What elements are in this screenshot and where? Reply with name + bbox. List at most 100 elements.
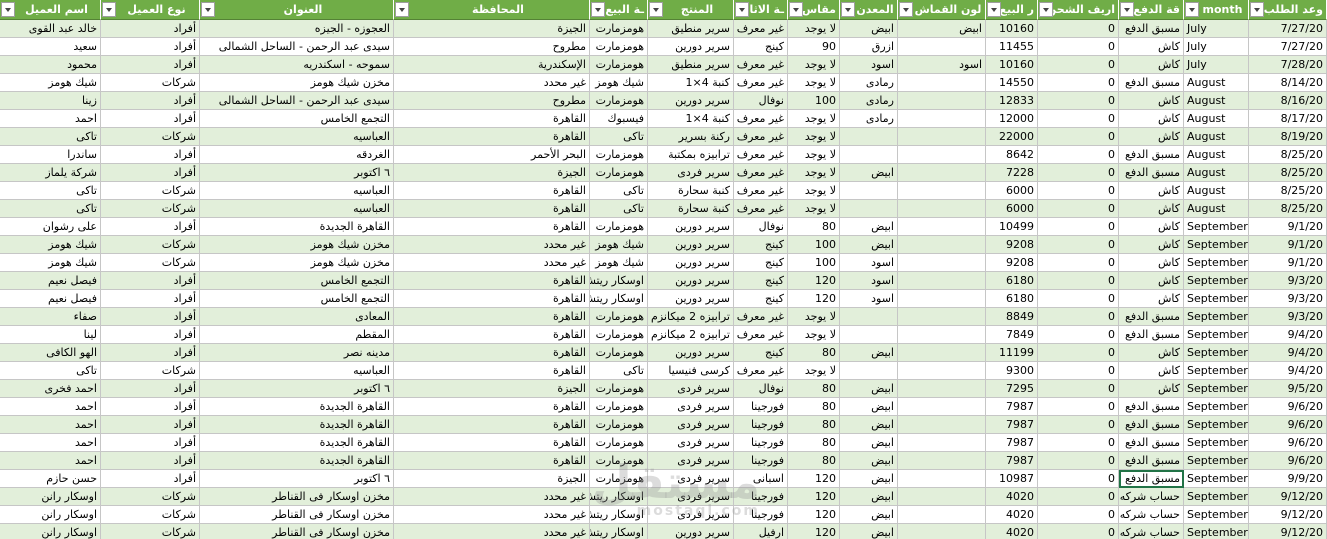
filter-dropdown-icon[interactable] bbox=[649, 2, 663, 17]
table-cell[interactable]: القاهرة bbox=[394, 434, 590, 452]
table-cell[interactable]: 120 bbox=[788, 524, 840, 539]
table-cell[interactable]: نوفال bbox=[734, 218, 788, 236]
table-cell[interactable]: ابيض bbox=[840, 434, 898, 452]
table-cell[interactable]: هومزمارت bbox=[590, 20, 648, 38]
table-cell[interactable]: العباسيه bbox=[200, 128, 394, 146]
table-cell[interactable]: سرير فردى bbox=[648, 380, 734, 398]
filter-dropdown-icon[interactable] bbox=[841, 2, 855, 17]
table-cell[interactable]: القاهرة bbox=[394, 452, 590, 470]
table-cell[interactable]: 120 bbox=[788, 470, 840, 488]
table-cell[interactable]: غير معرف bbox=[734, 56, 788, 74]
table-cell[interactable]: ابيض bbox=[840, 470, 898, 488]
table-cell[interactable] bbox=[898, 128, 986, 146]
table-cell[interactable]: الجيزة bbox=[394, 470, 590, 488]
table-cell[interactable]: 9/9/20 bbox=[1249, 470, 1327, 488]
table-cell[interactable]: الهو الكافى bbox=[0, 344, 101, 362]
table-cell[interactable]: 0 bbox=[1038, 452, 1119, 470]
column-header[interactable]: نوع العميل bbox=[101, 0, 200, 20]
table-cell[interactable]: 10160 bbox=[986, 20, 1038, 38]
table-cell[interactable]: 7/27/20 bbox=[1249, 38, 1327, 56]
table-cell[interactable]: شركة يلماز bbox=[0, 164, 101, 182]
table-cell[interactable]: 0 bbox=[1038, 110, 1119, 128]
table-cell[interactable]: 9/12/20 bbox=[1249, 506, 1327, 524]
table-cell[interactable]: غير معرف bbox=[734, 164, 788, 182]
table-cell[interactable]: هومزمارت bbox=[590, 398, 648, 416]
table-cell[interactable]: ابيض bbox=[840, 380, 898, 398]
table-cell[interactable]: احمد bbox=[0, 434, 101, 452]
table-cell[interactable]: سرير دورين bbox=[648, 524, 734, 539]
filter-dropdown-icon[interactable] bbox=[1120, 2, 1134, 17]
table-cell[interactable]: القاهرة bbox=[394, 272, 590, 290]
table-cell[interactable]: القاهرة bbox=[394, 182, 590, 200]
table-cell[interactable]: لا يوجد bbox=[788, 164, 840, 182]
column-header[interactable]: ـة البيع bbox=[590, 0, 648, 20]
table-cell[interactable]: لا يوجد bbox=[788, 110, 840, 128]
table-cell[interactable]: فورجينا bbox=[734, 434, 788, 452]
table-cell[interactable]: أفراد bbox=[101, 272, 200, 290]
table-cell[interactable] bbox=[898, 110, 986, 128]
table-cell[interactable]: اوسكار ريتش bbox=[590, 524, 648, 539]
table-cell[interactable]: محمود bbox=[0, 56, 101, 74]
table-cell[interactable]: القاهرة bbox=[394, 344, 590, 362]
table-cell[interactable]: غير محدد bbox=[394, 236, 590, 254]
table-cell[interactable]: مطروح bbox=[394, 38, 590, 56]
table-cell[interactable]: 7987 bbox=[986, 434, 1038, 452]
table-cell[interactable]: هومزمارت bbox=[590, 164, 648, 182]
table-cell[interactable]: القاهرة bbox=[394, 290, 590, 308]
table-cell[interactable]: رمادى bbox=[840, 110, 898, 128]
table-cell[interactable]: شركات bbox=[101, 74, 200, 92]
table-cell[interactable]: كاش bbox=[1119, 236, 1184, 254]
table-cell[interactable]: سرير فردى bbox=[648, 416, 734, 434]
table-cell[interactable]: كاش bbox=[1119, 92, 1184, 110]
table-cell[interactable]: 90 bbox=[788, 38, 840, 56]
table-cell[interactable]: كاش bbox=[1119, 218, 1184, 236]
table-cell[interactable]: اوسكار ريتش bbox=[590, 290, 648, 308]
table-cell[interactable]: مسبق الدفع bbox=[1119, 74, 1184, 92]
table-cell[interactable]: ابيض bbox=[840, 20, 898, 38]
table-cell[interactable]: 0 bbox=[1038, 470, 1119, 488]
table-cell[interactable]: 12833 bbox=[986, 92, 1038, 110]
table-cell[interactable] bbox=[840, 128, 898, 146]
table-cell[interactable]: 100 bbox=[788, 92, 840, 110]
table-cell[interactable]: القاهرة bbox=[394, 200, 590, 218]
table-cell[interactable]: August bbox=[1184, 200, 1249, 218]
table-cell[interactable]: 11199 bbox=[986, 344, 1038, 362]
table-cell[interactable]: فورجينا bbox=[734, 506, 788, 524]
table-cell[interactable]: سرير فردى bbox=[648, 470, 734, 488]
table-cell[interactable]: September bbox=[1184, 506, 1249, 524]
table-cell[interactable]: 4020 bbox=[986, 524, 1038, 539]
table-cell[interactable]: 9/12/20 bbox=[1249, 488, 1327, 506]
table-cell[interactable]: 0 bbox=[1038, 362, 1119, 380]
table-cell[interactable]: 0 bbox=[1038, 200, 1119, 218]
table-cell[interactable]: تاكى bbox=[0, 128, 101, 146]
table-cell[interactable]: سرير فردى bbox=[648, 434, 734, 452]
table-cell[interactable]: حسن حازم bbox=[0, 470, 101, 488]
table-cell[interactable]: تاكى bbox=[590, 200, 648, 218]
table-cell[interactable]: كنبة سحارة bbox=[648, 182, 734, 200]
table-cell[interactable]: اسود bbox=[840, 56, 898, 74]
table-cell[interactable]: هومزمارت bbox=[590, 452, 648, 470]
table-cell[interactable]: كينج bbox=[734, 344, 788, 362]
table-cell[interactable]: 9/6/20 bbox=[1249, 398, 1327, 416]
table-cell[interactable]: 9/4/20 bbox=[1249, 344, 1327, 362]
table-cell[interactable]: مدينه نصر bbox=[200, 344, 394, 362]
table-cell[interactable]: اسود bbox=[898, 56, 986, 74]
table-cell[interactable]: 14550 bbox=[986, 74, 1038, 92]
table-cell[interactable]: كاش bbox=[1119, 290, 1184, 308]
table-cell[interactable]: 12000 bbox=[986, 110, 1038, 128]
table-cell[interactable]: أفراد bbox=[101, 380, 200, 398]
table-cell[interactable]: 0 bbox=[1038, 218, 1119, 236]
table-cell[interactable]: 6180 bbox=[986, 272, 1038, 290]
table-cell[interactable]: أفراد bbox=[101, 218, 200, 236]
table-cell[interactable]: September bbox=[1184, 380, 1249, 398]
table-cell[interactable]: 9208 bbox=[986, 254, 1038, 272]
table-cell[interactable]: هومزمارت bbox=[590, 146, 648, 164]
filter-dropdown-icon[interactable] bbox=[102, 2, 116, 17]
table-cell[interactable]: سرير دورين bbox=[648, 290, 734, 308]
table-cell[interactable]: 4020 bbox=[986, 506, 1038, 524]
filter-dropdown-icon[interactable] bbox=[1039, 2, 1053, 17]
table-cell[interactable]: سيدى عبد الرحمن - الساحل الشمالى bbox=[200, 38, 394, 56]
table-cell[interactable] bbox=[898, 218, 986, 236]
table-cell[interactable]: تاكى bbox=[0, 362, 101, 380]
table-cell[interactable]: August bbox=[1184, 182, 1249, 200]
